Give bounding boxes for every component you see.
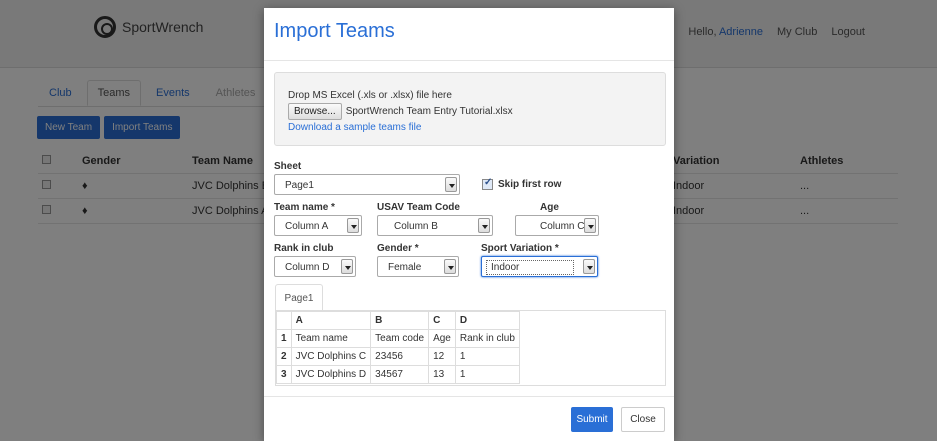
cell: JVC Dolphins D (290, 365, 372, 384)
team-name-select-value: Column A (285, 221, 329, 232)
cell: Team name (290, 329, 372, 348)
usav-team-code-select[interactable]: Column B (377, 215, 493, 236)
column-header-b: B (370, 311, 430, 330)
row-number: 3 (276, 365, 292, 384)
sport-variation-label: Sport Variation * (481, 243, 559, 254)
preview-table: A B C D 1 Team name Team code Age Rank i… (276, 311, 520, 384)
cell: 23456 (370, 347, 430, 366)
age-select[interactable]: Column C (515, 215, 599, 236)
team-name-label: Team name * (274, 202, 335, 213)
sheet-label: Sheet (274, 161, 302, 172)
skip-first-row-checkbox[interactable]: Skip first row (482, 177, 562, 190)
close-button[interactable]: Close (621, 407, 665, 432)
gender-select-value: Female (388, 262, 422, 273)
chevron-down-icon (583, 259, 595, 274)
rank-in-club-label: Rank in club (274, 243, 334, 254)
chevron-down-icon (445, 177, 457, 192)
column-header-c: C (428, 311, 456, 330)
sheet-select-value: Page1 (285, 180, 314, 191)
tab-page1[interactable]: Page1 (275, 284, 323, 310)
usav-team-code-select-value: Column B (394, 221, 438, 232)
rank-in-club-select[interactable]: Column D (274, 256, 356, 277)
skip-first-row-label: Skip first row (498, 179, 562, 190)
usav-team-code-label: USAV Team Code (377, 202, 460, 213)
table-row: 2 JVC Dolphins C 23456 12 1 (276, 347, 520, 366)
team-name-select[interactable]: Column A (274, 215, 362, 236)
column-header-a: A (290, 311, 372, 330)
chevron-down-icon (584, 218, 596, 233)
age-label: Age (540, 202, 559, 213)
cell: Rank in club (454, 329, 520, 348)
cell: 1 (454, 347, 520, 366)
sheet-preview: A B C D 1 Team name Team code Age Rank i… (275, 310, 666, 386)
selected-file-name: SportWrench Team Entry Tutorial.xlsx (345, 106, 513, 117)
table-row: 3 JVC Dolphins D 34567 13 1 (276, 365, 520, 384)
file-drop-zone[interactable]: Drop MS Excel (.xls or .xlsx) file here … (274, 72, 666, 146)
sheet-select[interactable]: Page1 (274, 174, 460, 195)
chevron-down-icon (444, 259, 456, 274)
corner-cell (276, 311, 292, 330)
row-number: 1 (276, 329, 292, 348)
cell: 12 (428, 347, 456, 366)
cell: 13 (428, 365, 456, 384)
row-number: 2 (276, 347, 292, 366)
file-picker: Browse... SportWrench Team Entry Tutoria… (288, 103, 513, 120)
gender-label: Gender * (377, 243, 419, 254)
cell: JVC Dolphins C (290, 347, 372, 366)
cell: Age (428, 329, 456, 348)
footer-divider (264, 396, 674, 397)
table-row: 1 Team name Team code Age Rank in club (276, 329, 520, 348)
chevron-down-icon (341, 259, 353, 274)
modal-title: Import Teams (274, 20, 395, 42)
chevron-down-icon (478, 218, 490, 233)
sport-variation-select[interactable]: Indoor (481, 256, 598, 277)
chevron-down-icon (347, 218, 359, 233)
column-header-d: D (454, 311, 520, 330)
drop-instructions: Drop MS Excel (.xls or .xlsx) file here (288, 90, 452, 101)
cell: Team code (370, 329, 430, 348)
rank-in-club-select-value: Column D (285, 262, 330, 273)
import-teams-modal: Import Teams Drop MS Excel (.xls or .xls… (264, 8, 674, 441)
gender-select[interactable]: Female (377, 256, 459, 277)
preview-header-row: A B C D (276, 311, 520, 330)
download-sample-link[interactable]: Download a sample teams file (288, 122, 421, 133)
cell: 1 (454, 365, 520, 384)
sport-variation-select-value: Indoor (486, 260, 574, 275)
submit-button[interactable]: Submit (571, 407, 613, 432)
age-select-value: Column C (540, 221, 585, 232)
cell: 34567 (370, 365, 430, 384)
browse-button[interactable]: Browse... (288, 103, 342, 120)
header-divider (264, 60, 674, 61)
checkbox-checked-icon (482, 177, 493, 190)
